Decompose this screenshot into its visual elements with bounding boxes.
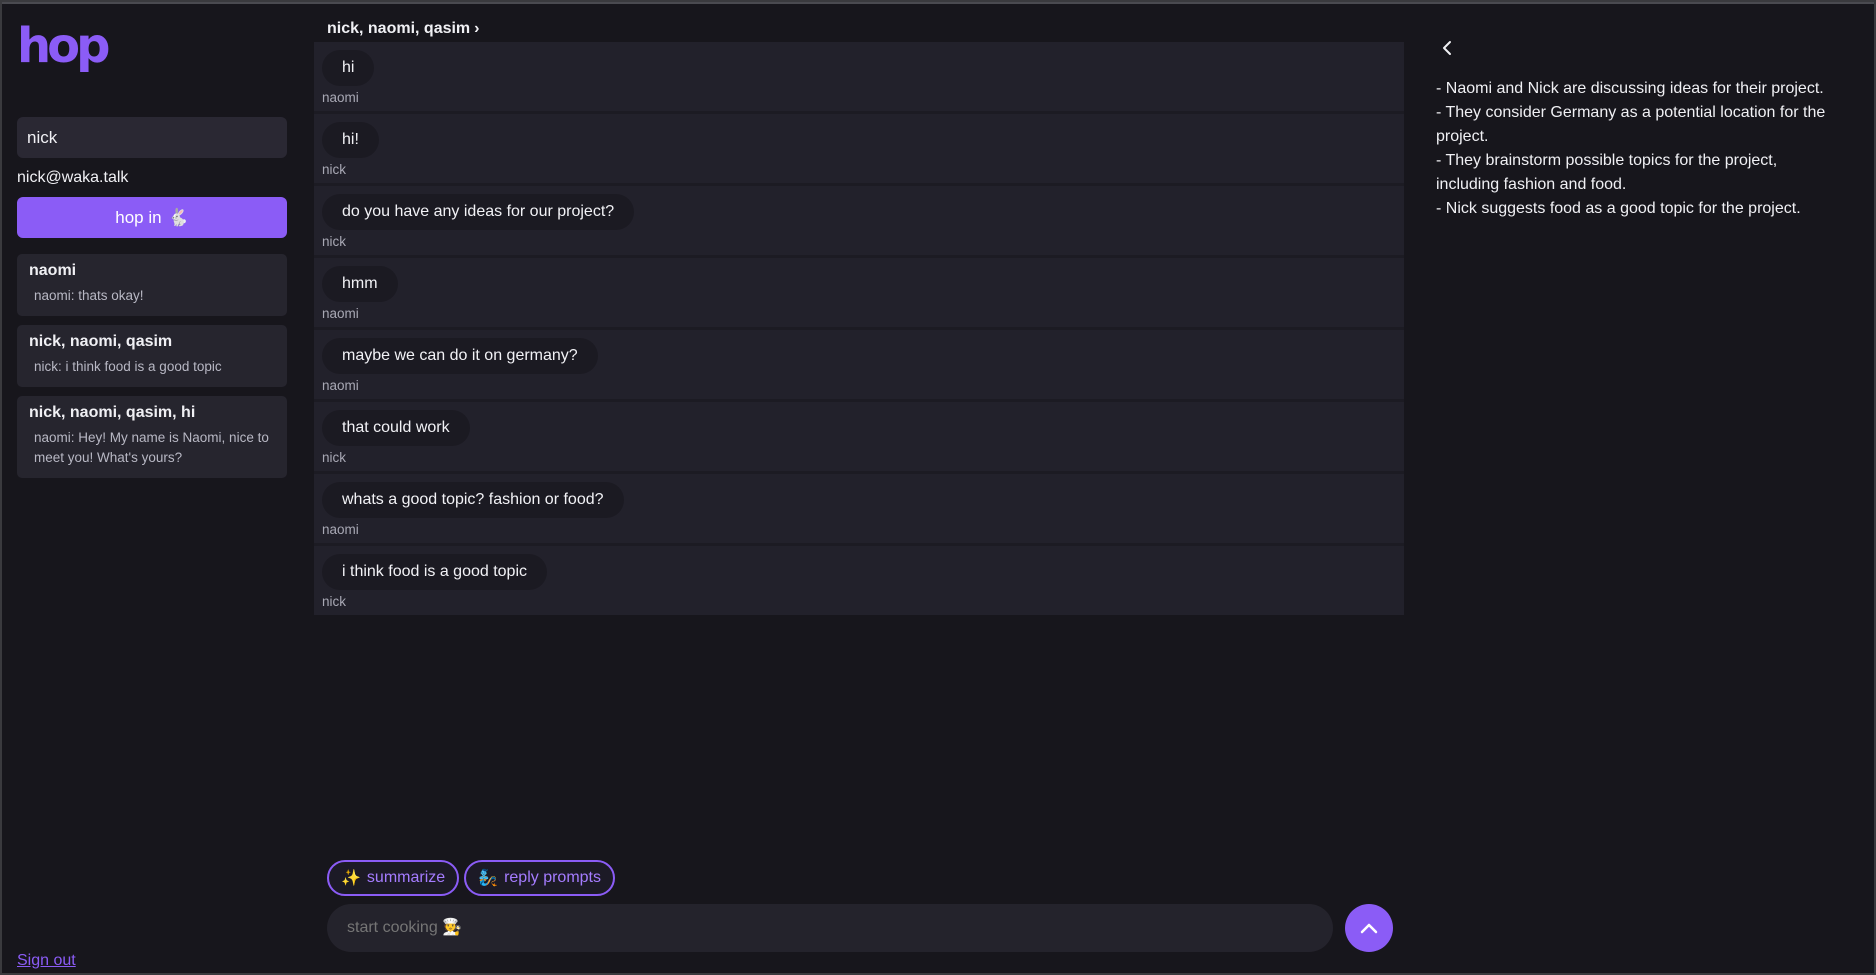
sign-out-link[interactable]: Sign out [17, 952, 76, 970]
message-bubble: hi [322, 50, 375, 86]
message: i think food is a good topic nick [314, 546, 1404, 615]
conversation-preview: naomi: thats okay! [34, 288, 144, 303]
conversation-title: naomi [29, 262, 77, 279]
summary-line: - They consider Germany as a potential l… [1436, 104, 1826, 145]
message: maybe we can do it on germany? naomi [314, 330, 1404, 402]
conversation-title: nick, naomi, qasim, hi [29, 404, 196, 421]
genie-icon: 🧞 [478, 870, 499, 887]
sparkles-icon: ✨ [341, 870, 361, 887]
conversation-item[interactable]: naomi naomi: thats okay! [17, 254, 287, 316]
action-chips: ✨ summarize 🧞 reply prompts [327, 860, 615, 896]
message-bubble: whats a good topic? fashion or food? [322, 482, 624, 518]
reply-prompts-button[interactable]: 🧞 reply prompts [464, 860, 615, 896]
sidebar: hop nick nick@waka.talk hop in 🐇 naomi n… [2, 4, 302, 973]
message-author: naomi [322, 306, 359, 321]
message-bubble: i think food is a good topic [322, 554, 548, 590]
message-author: nick [322, 594, 347, 609]
chevron-left-icon [1443, 41, 1451, 55]
chat-title: nick, naomi, qasim [327, 20, 471, 37]
message: do you have any ideas for our project? n… [314, 186, 1404, 258]
message-input[interactable] [327, 904, 1333, 952]
summary-line: - They brainstorm possible topics for th… [1436, 152, 1778, 193]
message-list: hi naomi hi! nick do you have any ideas … [314, 42, 1404, 615]
message-author: nick [322, 450, 347, 465]
conversation-list: naomi naomi: thats okay! nick, naomi, qa… [17, 254, 287, 487]
conversation-title: nick, naomi, qasim [29, 333, 173, 350]
message: hi naomi [314, 42, 1404, 114]
send-button[interactable] [1345, 904, 1393, 952]
collapse-summary-button[interactable] [1437, 38, 1457, 58]
message-bubble: that could work [322, 410, 470, 446]
summary-line: - Naomi and Nick are discussing ideas fo… [1436, 80, 1824, 97]
message-bubble: hi! [322, 122, 379, 158]
message: that could work nick [314, 402, 1404, 474]
conversation-item[interactable]: nick, naomi, qasim, hi naomi: Hey! My na… [17, 396, 287, 478]
summary-panel: - Naomi and Nick are discussing ideas fo… [1436, 77, 1836, 221]
message-bubble: hmm [322, 266, 398, 302]
summarize-button[interactable]: ✨ summarize [327, 860, 460, 896]
summary-line: - Nick suggests food as a good topic for… [1436, 200, 1801, 217]
message: hi! nick [314, 114, 1404, 186]
hop-logo: hop [17, 24, 113, 74]
user-email: nick@waka.talk [17, 169, 129, 186]
rabbit-icon: 🐇 [167, 207, 189, 227]
message-author: naomi [322, 522, 359, 537]
message-author: nick [322, 234, 347, 249]
conversation-preview: nick: i think food is a good topic [34, 359, 222, 374]
app-window: hop nick nick@waka.talk hop in 🐇 naomi n… [2, 2, 1874, 973]
chevron-right-icon: › [474, 20, 480, 37]
hop-in-label: hop in [115, 207, 162, 227]
username-field[interactable]: nick [17, 117, 287, 158]
logo-text: hop [17, 24, 109, 74]
message-author: nick [322, 162, 347, 177]
conversation-item[interactable]: nick, naomi, qasim nick: i think food is… [17, 325, 287, 387]
message-author: naomi [322, 90, 359, 105]
conversation-preview: naomi: Hey! My name is Naomi, nice to me… [34, 430, 269, 465]
message: hmm naomi [314, 258, 1404, 330]
message-bubble: maybe we can do it on germany? [322, 338, 598, 374]
message-author: naomi [322, 378, 359, 393]
hop-in-button[interactable]: hop in 🐇 [17, 197, 287, 238]
chat-header[interactable]: nick, naomi, qasim › [327, 20, 479, 38]
summarize-label: summarize [366, 869, 446, 886]
reply-prompts-label: reply prompts [504, 869, 601, 886]
message-bubble: do you have any ideas for our project? [322, 194, 635, 230]
chevron-up-icon [1360, 923, 1378, 934]
username-value: nick [27, 127, 58, 147]
message: whats a good topic? fashion or food? nao… [314, 474, 1404, 546]
